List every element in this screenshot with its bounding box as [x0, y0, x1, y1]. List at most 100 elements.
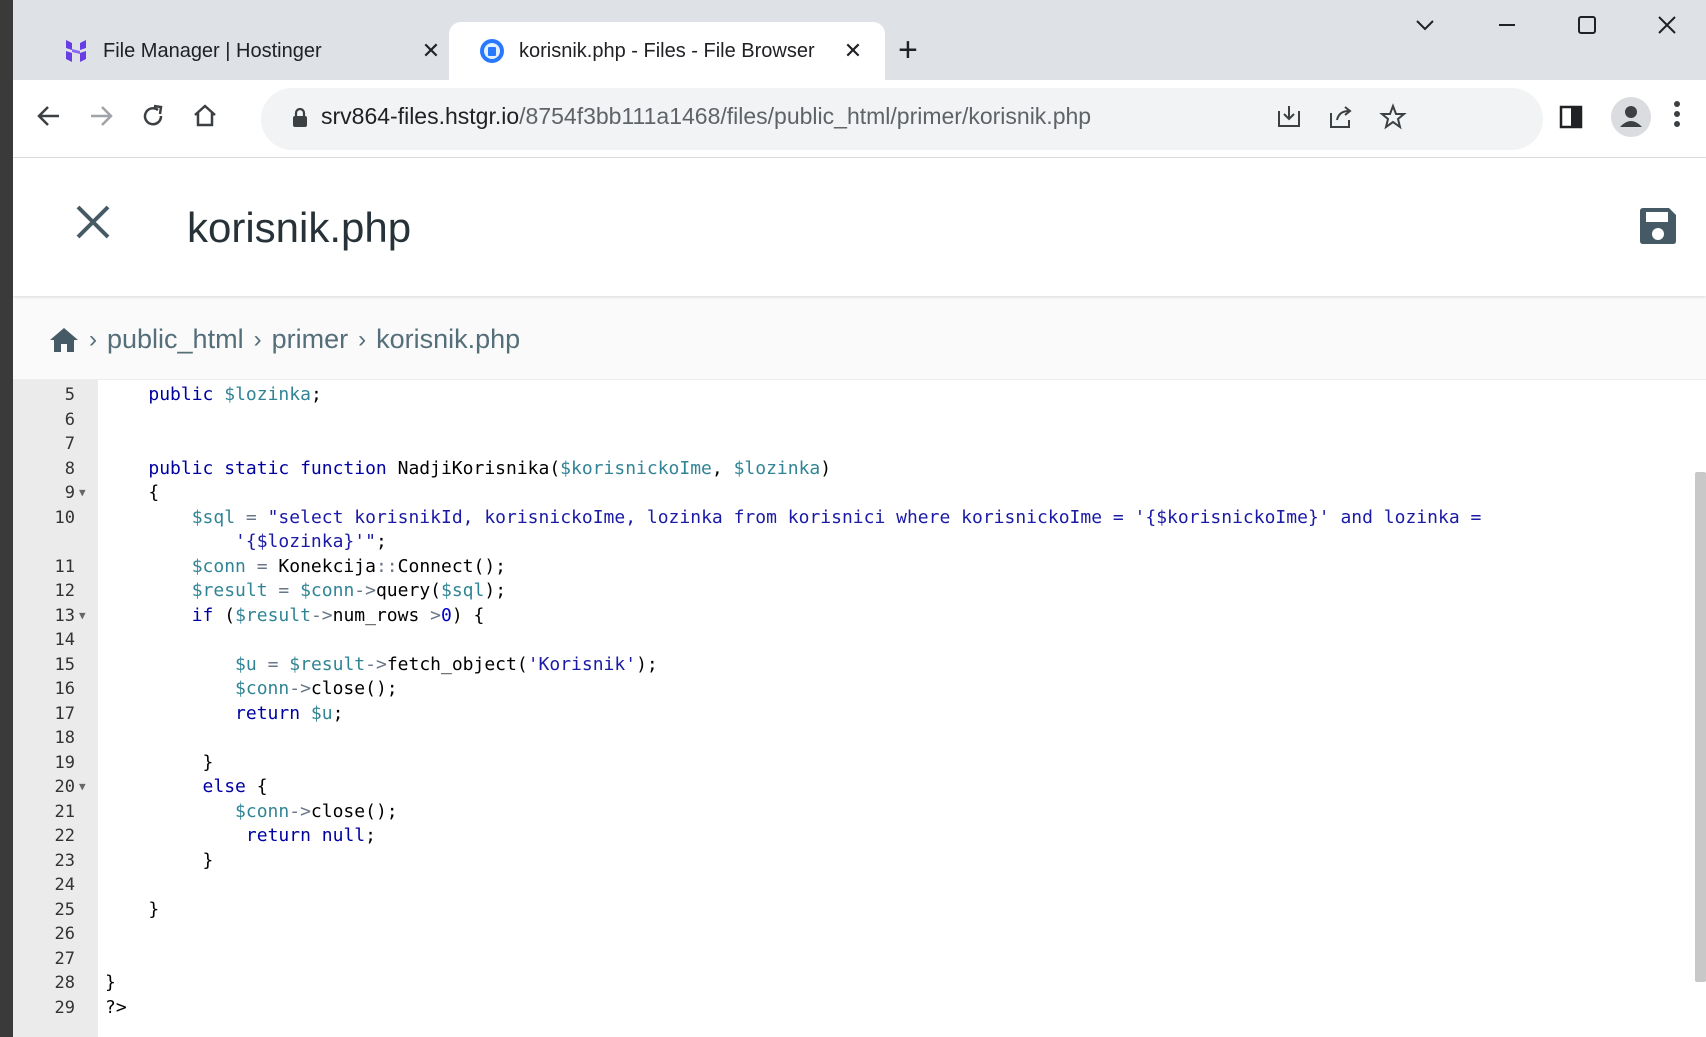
close-tab-icon[interactable]: ✕: [411, 38, 451, 64]
code-line: 6: [13, 408, 1693, 433]
tab-title: korisnik.php - Files - File Browser: [519, 39, 815, 62]
code-line: 7: [13, 432, 1693, 457]
new-tab-icon[interactable]: +: [898, 30, 918, 70]
window-edge: [0, 0, 13, 1037]
code-line: 25 }: [13, 898, 1693, 923]
code-line: 28}: [13, 971, 1693, 996]
chevron-right-icon: ›: [358, 325, 367, 353]
file-title: korisnik.php: [187, 204, 412, 251]
code-editor[interactable]: 5 public $lozinka; 6 7 8 public static f…: [13, 380, 1706, 1037]
home-icon[interactable]: [185, 96, 225, 136]
code-line: 24: [13, 873, 1693, 898]
line-number: 6: [64, 409, 75, 430]
line-number: 5: [64, 385, 75, 405]
line-number: 23: [54, 850, 75, 871]
toolbar: srv864-files.hstgr.io/8754f3bb111a1468/f…: [13, 80, 1706, 158]
fold-arrow-icon[interactable]: ▼: [79, 481, 86, 506]
home-icon[interactable]: [49, 326, 79, 354]
code-line: 17 return $u;: [13, 702, 1693, 727]
code-line: 5 public $lozinka;: [13, 383, 1693, 408]
line-number: 25: [54, 899, 75, 920]
url-text: srv864-files.hstgr.io/8754f3bb111a1468/f…: [321, 103, 1091, 130]
reload-icon[interactable]: [133, 96, 173, 136]
line-number: 7: [64, 434, 75, 454]
code-line: 18: [13, 726, 1693, 751]
code-line: 16 $conn->close();: [13, 677, 1693, 702]
url-host: srv864-files.hstgr.io: [321, 103, 520, 129]
save-icon[interactable]: [1638, 206, 1678, 251]
close-editor-icon[interactable]: [75, 198, 111, 248]
vertical-scrollbar[interactable]: [1695, 472, 1706, 982]
maximize-icon[interactable]: [1567, 12, 1607, 43]
code-line: 12 $result = $conn->query($sql);: [13, 579, 1693, 604]
chevron-right-icon: ›: [89, 325, 97, 353]
tab-search-icon[interactable]: [1405, 12, 1445, 43]
forward-icon[interactable]: [81, 96, 121, 136]
code-line: 27: [13, 947, 1693, 972]
line-number: 11: [54, 556, 75, 577]
line-number: 28: [54, 973, 75, 993]
code-line: 11 $conn = Konekcija::Connect();: [13, 555, 1693, 580]
back-icon[interactable]: [29, 96, 69, 136]
code-line: 22 return null;: [13, 824, 1693, 849]
bookmark-star-icon[interactable]: [1377, 103, 1409, 135]
line-number: 26: [54, 924, 75, 944]
line-number: 27: [54, 948, 75, 969]
code-line: 15 $u = $result->fetch_object('Korisnik'…: [13, 653, 1693, 678]
line-number: 29: [54, 997, 75, 1018]
line-number: 24: [54, 875, 75, 895]
code-line: 10 $sql = "select korisnikId, korisnicko…: [13, 506, 1693, 531]
url-path: /8754f3bb111a1468/files/public_html/prim…: [519, 103, 1092, 129]
share-icon[interactable]: [1325, 103, 1357, 135]
close-window-icon[interactable]: [1647, 12, 1687, 43]
line-number: 15: [54, 654, 75, 675]
code-line: 29 ?>: [13, 996, 1693, 1021]
fold-arrow-icon[interactable]: ▼: [79, 775, 86, 800]
code-line: 14: [13, 628, 1693, 653]
editor-header: korisnik.php: [13, 158, 1706, 296]
tab-korisnik[interactable]: korisnik.php - Files - File Browser ✕: [449, 22, 885, 80]
line-number: 16: [54, 679, 75, 699]
line-number: 17: [54, 703, 75, 724]
code-line: '{$lozinka}'";: [235, 531, 387, 552]
tab-bar: File Manager | Hostinger ✕ korisnik.php …: [13, 0, 1706, 80]
code-line: 23 }: [13, 849, 1693, 874]
code-line: 19 }: [13, 751, 1693, 776]
fold-arrow-icon[interactable]: ▼: [79, 604, 86, 629]
line-number: 13: [54, 605, 75, 626]
tab-title: File Manager | Hostinger: [103, 39, 322, 62]
hostinger-logo-icon: [66, 40, 86, 62]
breadcrumb-item[interactable]: primer: [272, 324, 349, 355]
install-app-icon[interactable]: [1273, 103, 1305, 135]
file-browser-icon: [480, 39, 504, 63]
tab-file-manager[interactable]: File Manager | Hostinger ✕: [33, 22, 463, 80]
line-number: 20: [54, 777, 75, 797]
profile-avatar-icon[interactable]: [1611, 97, 1651, 137]
code-lines: 5 public $lozinka; 6 7 8 public static f…: [13, 383, 1693, 1020]
line-number: 14: [54, 630, 75, 650]
address-bar[interactable]: srv864-files.hstgr.io/8754f3bb111a1468/f…: [261, 88, 1543, 150]
code-line: 26: [13, 922, 1693, 947]
line-number: 12: [54, 581, 75, 601]
line-number: 19: [54, 752, 75, 773]
code-line: 21 $conn->close();: [13, 800, 1693, 825]
chevron-right-icon: ›: [253, 325, 262, 353]
code-line: 20 ▼ else {: [13, 775, 1693, 800]
close-tab-icon[interactable]: ✕: [833, 38, 873, 64]
line-number: 22: [54, 826, 75, 846]
breadcrumb-item[interactable]: public_html: [107, 324, 244, 355]
code-line: 13 ▼ if ($result->num_rows >0) {: [13, 604, 1693, 629]
breadcrumb-item[interactable]: korisnik.php: [376, 324, 520, 355]
code-line: 9 ▼ {: [13, 481, 1693, 506]
minimize-icon[interactable]: [1487, 12, 1527, 43]
line-number: 18: [54, 728, 75, 748]
menu-dots-icon[interactable]: [1673, 98, 1681, 137]
line-number: 21: [54, 801, 75, 822]
line-number: 8: [64, 458, 75, 479]
code-line: 8 public static function NadjiKorisnika(…: [13, 457, 1693, 482]
line-number: 9: [64, 483, 75, 503]
line-number: 10: [54, 507, 75, 528]
lock-icon: [293, 108, 307, 127]
side-panel-icon[interactable]: [1555, 103, 1587, 135]
browser-window: File Manager | Hostinger ✕ korisnik.php …: [13, 0, 1706, 1037]
